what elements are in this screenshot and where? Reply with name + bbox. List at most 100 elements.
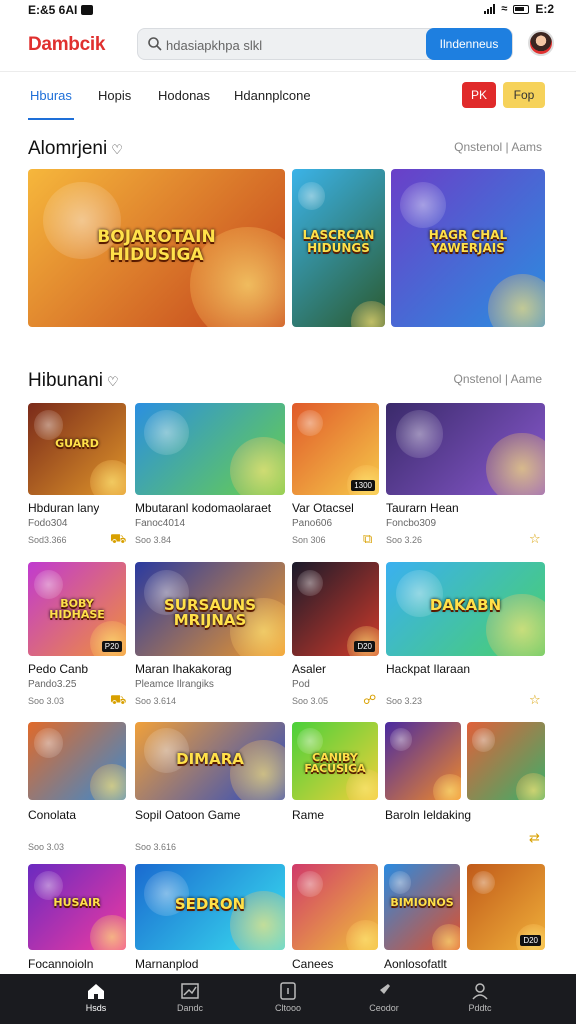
cart-icon[interactable]: ⛟ (110, 692, 126, 710)
game-card-title[interactable]: Asaler (292, 662, 326, 676)
art-decoration (400, 181, 447, 228)
art-decoration (395, 410, 444, 459)
art-title: HAGR CHAL YAWERJAIS (428, 228, 508, 255)
game-card-title[interactable]: Baroln Ieldaking (385, 808, 471, 822)
game-card-subtitle: Fanoc4014 (135, 518, 186, 529)
app-logo[interactable]: Dambcik (28, 34, 105, 56)
cart-icon[interactable]: ⛟ (110, 531, 126, 549)
nav-item-cltooo[interactable]: Cltooo (248, 982, 328, 1013)
home-icon (88, 984, 104, 999)
game-card-title[interactable]: Pedo Canb (28, 662, 88, 676)
game-card-art[interactable] (135, 403, 285, 495)
game-card-title[interactable]: Rame (292, 808, 324, 822)
tab-hburas[interactable]: Hburas (30, 88, 72, 103)
status-time: E:&5 6AI (28, 3, 94, 17)
game-card-art[interactable]: D20 (467, 864, 545, 950)
art-decoration (297, 410, 324, 437)
game-card-title[interactable]: Conolata (28, 808, 76, 822)
status-clock: E:2 (535, 2, 554, 16)
section-title-featured-text: Alomrjeni (28, 138, 108, 159)
game-card-art[interactable]: BOBY HIDHASE P20 (28, 562, 126, 656)
game-card-art[interactable]: CANIBY FACUSIGA (292, 722, 378, 800)
filter-pill-red[interactable]: PK (462, 82, 496, 108)
art-decoration (297, 181, 326, 210)
game-card-meta: Soo 3.23 (386, 696, 423, 706)
art-decoration (488, 273, 545, 327)
featured-banner[interactable]: BOJAROTAIN HIDUSIGA (28, 169, 285, 327)
art-title: BIMIONOS (390, 895, 454, 909)
game-card-subtitle: Pod (292, 679, 310, 690)
game-card-art[interactable]: DAKABN (386, 562, 545, 656)
section-more-featured[interactable]: Qnstenol | Aams (454, 140, 542, 154)
heart-icon[interactable]: ♡ (107, 374, 119, 389)
search-input[interactable] (166, 35, 426, 55)
game-card-art[interactable]: GUARD (28, 403, 126, 495)
rocket-icon (378, 984, 390, 998)
search-icon (148, 37, 162, 51)
nav-label: Cltooo (274, 1003, 301, 1013)
game-card-art[interactable]: 1300 (292, 403, 379, 495)
featured-banner[interactable]: HAGR CHAL YAWERJAIS (391, 169, 545, 327)
nav-item-pddtc[interactable]: Pddtc (440, 982, 520, 1013)
game-card-title[interactable]: Sopil Oatoon Game (135, 808, 240, 822)
game-card-title[interactable]: Maran Ihakakorag (135, 662, 232, 676)
art-decoration (516, 772, 545, 800)
art-decoration (389, 728, 413, 752)
game-card-title[interactable]: Taurarn Hean (386, 501, 459, 515)
featured-banner[interactable]: LASCRCAN HIDUNGS (292, 169, 385, 327)
tab-hdannplcone[interactable]: Hdannplcone (234, 88, 311, 103)
filter-pill-yellow[interactable]: Fop (503, 82, 545, 108)
game-card-title[interactable]: Aonlosofatlt (384, 957, 447, 971)
game-card-art[interactable] (292, 864, 378, 950)
top-bar: Dambcik Ilndenneus (0, 22, 576, 72)
game-card-title[interactable]: Hbduran lany (28, 501, 99, 515)
art-decoration (297, 569, 324, 596)
game-card-art[interactable] (386, 403, 545, 495)
game-card-meta: Soo 3.84 (135, 535, 172, 545)
game-card-title[interactable]: Marnanplod (135, 957, 198, 971)
nav-label: Pddtc (468, 1003, 492, 1013)
game-card-art[interactable]: SURSAUNS MRIJNAS (135, 562, 285, 656)
art-tag: P20 (101, 641, 122, 652)
search-button[interactable]: Ilndenneus (426, 28, 512, 60)
status-time-text: E:&5 6AI (28, 3, 78, 17)
star-icon[interactable]: ☆ (529, 692, 541, 708)
nav-label: Ceodor (369, 1003, 399, 1013)
star-icon[interactable]: ☆ (529, 531, 541, 547)
nav-item-dandc[interactable]: Dandc (150, 982, 230, 1013)
tab-hopis[interactable]: Hopis (98, 88, 131, 103)
game-card-art[interactable]: SEDRON (135, 864, 285, 950)
game-card-art[interactable]: DIMARA (135, 722, 285, 800)
tab-hodonas[interactable]: Hodonas (158, 88, 210, 103)
art-decoration (471, 870, 496, 895)
art-decoration (432, 773, 461, 800)
section-title-games-text: Hibunani (28, 370, 103, 391)
game-card-title[interactable]: Focannoioln (28, 957, 93, 971)
copy-icon[interactable]: ⧉ (363, 531, 372, 547)
section-more-games[interactable]: Qnstenol | Aame (454, 372, 543, 386)
game-card-art[interactable] (28, 722, 126, 800)
game-card-title[interactable]: Var Otacsel (292, 501, 354, 515)
game-card-meta: Soo 3.05 (292, 696, 329, 706)
link-icon[interactable]: ☍ (363, 692, 376, 708)
art-decoration (486, 432, 545, 495)
game-card-art[interactable]: D20 (292, 562, 379, 656)
status-right: ≈ E:2 (484, 2, 554, 16)
game-card-meta: Sod3.366 (28, 535, 67, 545)
art-decoration (229, 436, 285, 495)
art-decoration (33, 410, 64, 440)
avatar[interactable] (528, 30, 554, 56)
art-title: BOBY HIDHASE (49, 596, 105, 622)
game-card-title[interactable]: Canees (292, 957, 333, 971)
nav-item-ceodor[interactable]: Ceodor (344, 982, 424, 1013)
art-decoration (89, 763, 126, 800)
game-card-art[interactable]: BIMIONOS (384, 864, 460, 950)
game-card-art[interactable] (385, 722, 461, 800)
heart-icon[interactable]: ♡ (111, 142, 123, 157)
swap-icon[interactable]: ⇄ (529, 830, 540, 846)
game-card-title[interactable]: Hackpat Ilaraan (386, 662, 470, 676)
nav-item-home[interactable]: Hsds (56, 982, 136, 1013)
game-card-title[interactable]: Mbutaranl kodomaolaraet (135, 501, 271, 515)
game-card-art[interactable]: HUSAIR (28, 864, 126, 950)
game-card-art[interactable] (467, 722, 545, 800)
